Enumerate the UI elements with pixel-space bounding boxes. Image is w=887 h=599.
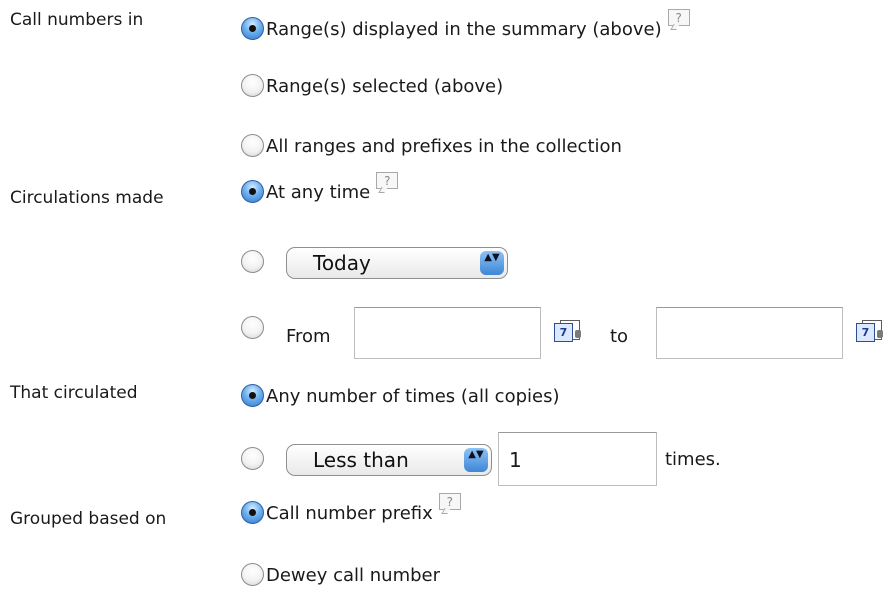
circulations-option-any-time[interactable]: At any time ?	[241, 172, 399, 203]
radio-selected-ranges[interactable]	[241, 74, 264, 97]
option-label: Any number of times (all copies)	[266, 386, 560, 407]
call-numbers-label: Call numbers in	[10, 10, 144, 30]
option-label: Range(s) selected (above)	[266, 76, 504, 97]
call-numbers-option-selected[interactable]: Range(s) selected (above)	[241, 74, 503, 97]
call-numbers-option-displayed[interactable]: Range(s) displayed in the summary (above…	[241, 9, 690, 40]
calendar-pin	[877, 330, 883, 338]
circulated-option-comparison[interactable]	[241, 447, 264, 470]
times-label: times.	[665, 449, 721, 470]
radio-period[interactable]	[241, 250, 264, 273]
to-label: to	[610, 326, 629, 347]
period-select-value: Today	[313, 251, 371, 275]
radio-all-ranges[interactable]	[241, 134, 264, 157]
grouped-label: Grouped based on	[10, 509, 167, 529]
grouped-option-prefix[interactable]: Call number prefix ?	[241, 493, 461, 524]
select-arrows-icon: ▲▼	[480, 251, 504, 275]
calendar-front-page: 7	[856, 323, 875, 342]
help-icon[interactable]: ?	[667, 9, 690, 26]
help-icon[interactable]: ?	[438, 493, 461, 510]
select-arrows-icon: ▲▼	[464, 448, 488, 472]
option-label: Dewey call number	[266, 565, 441, 586]
call-numbers-option-all[interactable]: All ranges and prefixes in the collectio…	[241, 134, 622, 157]
option-label: At any time	[266, 182, 371, 203]
option-label: Call number prefix	[266, 503, 433, 524]
radio-dewey[interactable]	[241, 563, 264, 586]
times-count-input[interactable]: 1	[498, 432, 657, 486]
radio-comparison[interactable]	[241, 447, 264, 470]
grouped-option-dewey[interactable]: Dewey call number	[241, 563, 440, 586]
from-label: From	[286, 326, 331, 347]
circulations-label: Circulations made	[10, 188, 164, 208]
calendar-icon[interactable]: 7	[856, 318, 883, 342]
radio-any-time[interactable]	[241, 180, 264, 203]
calendar-icon[interactable]: 7	[554, 318, 581, 342]
comparison-select[interactable]: Less than ▲▼	[286, 444, 492, 476]
radio-call-number-prefix[interactable]	[241, 501, 264, 524]
radio-date-range[interactable]	[241, 316, 264, 339]
circulations-option-range[interactable]	[241, 316, 264, 339]
from-date-input[interactable]	[354, 307, 541, 359]
to-date-input[interactable]	[656, 307, 843, 359]
option-label: All ranges and prefixes in the collectio…	[266, 136, 622, 157]
comparison-select-value: Less than	[313, 448, 409, 472]
radio-any-number[interactable]	[241, 384, 264, 407]
calendar-pin	[575, 330, 581, 338]
calendar-front-page: 7	[554, 323, 573, 342]
circulated-label: That circulated	[10, 383, 138, 403]
period-select[interactable]: Today ▲▼	[286, 247, 508, 279]
circulations-option-period[interactable]	[241, 250, 264, 273]
option-label: Range(s) displayed in the summary (above…	[266, 19, 662, 40]
radio-displayed-ranges[interactable]	[241, 17, 264, 40]
circulated-option-any-number[interactable]: Any number of times (all copies)	[241, 384, 560, 407]
help-icon[interactable]: ?	[376, 172, 399, 189]
